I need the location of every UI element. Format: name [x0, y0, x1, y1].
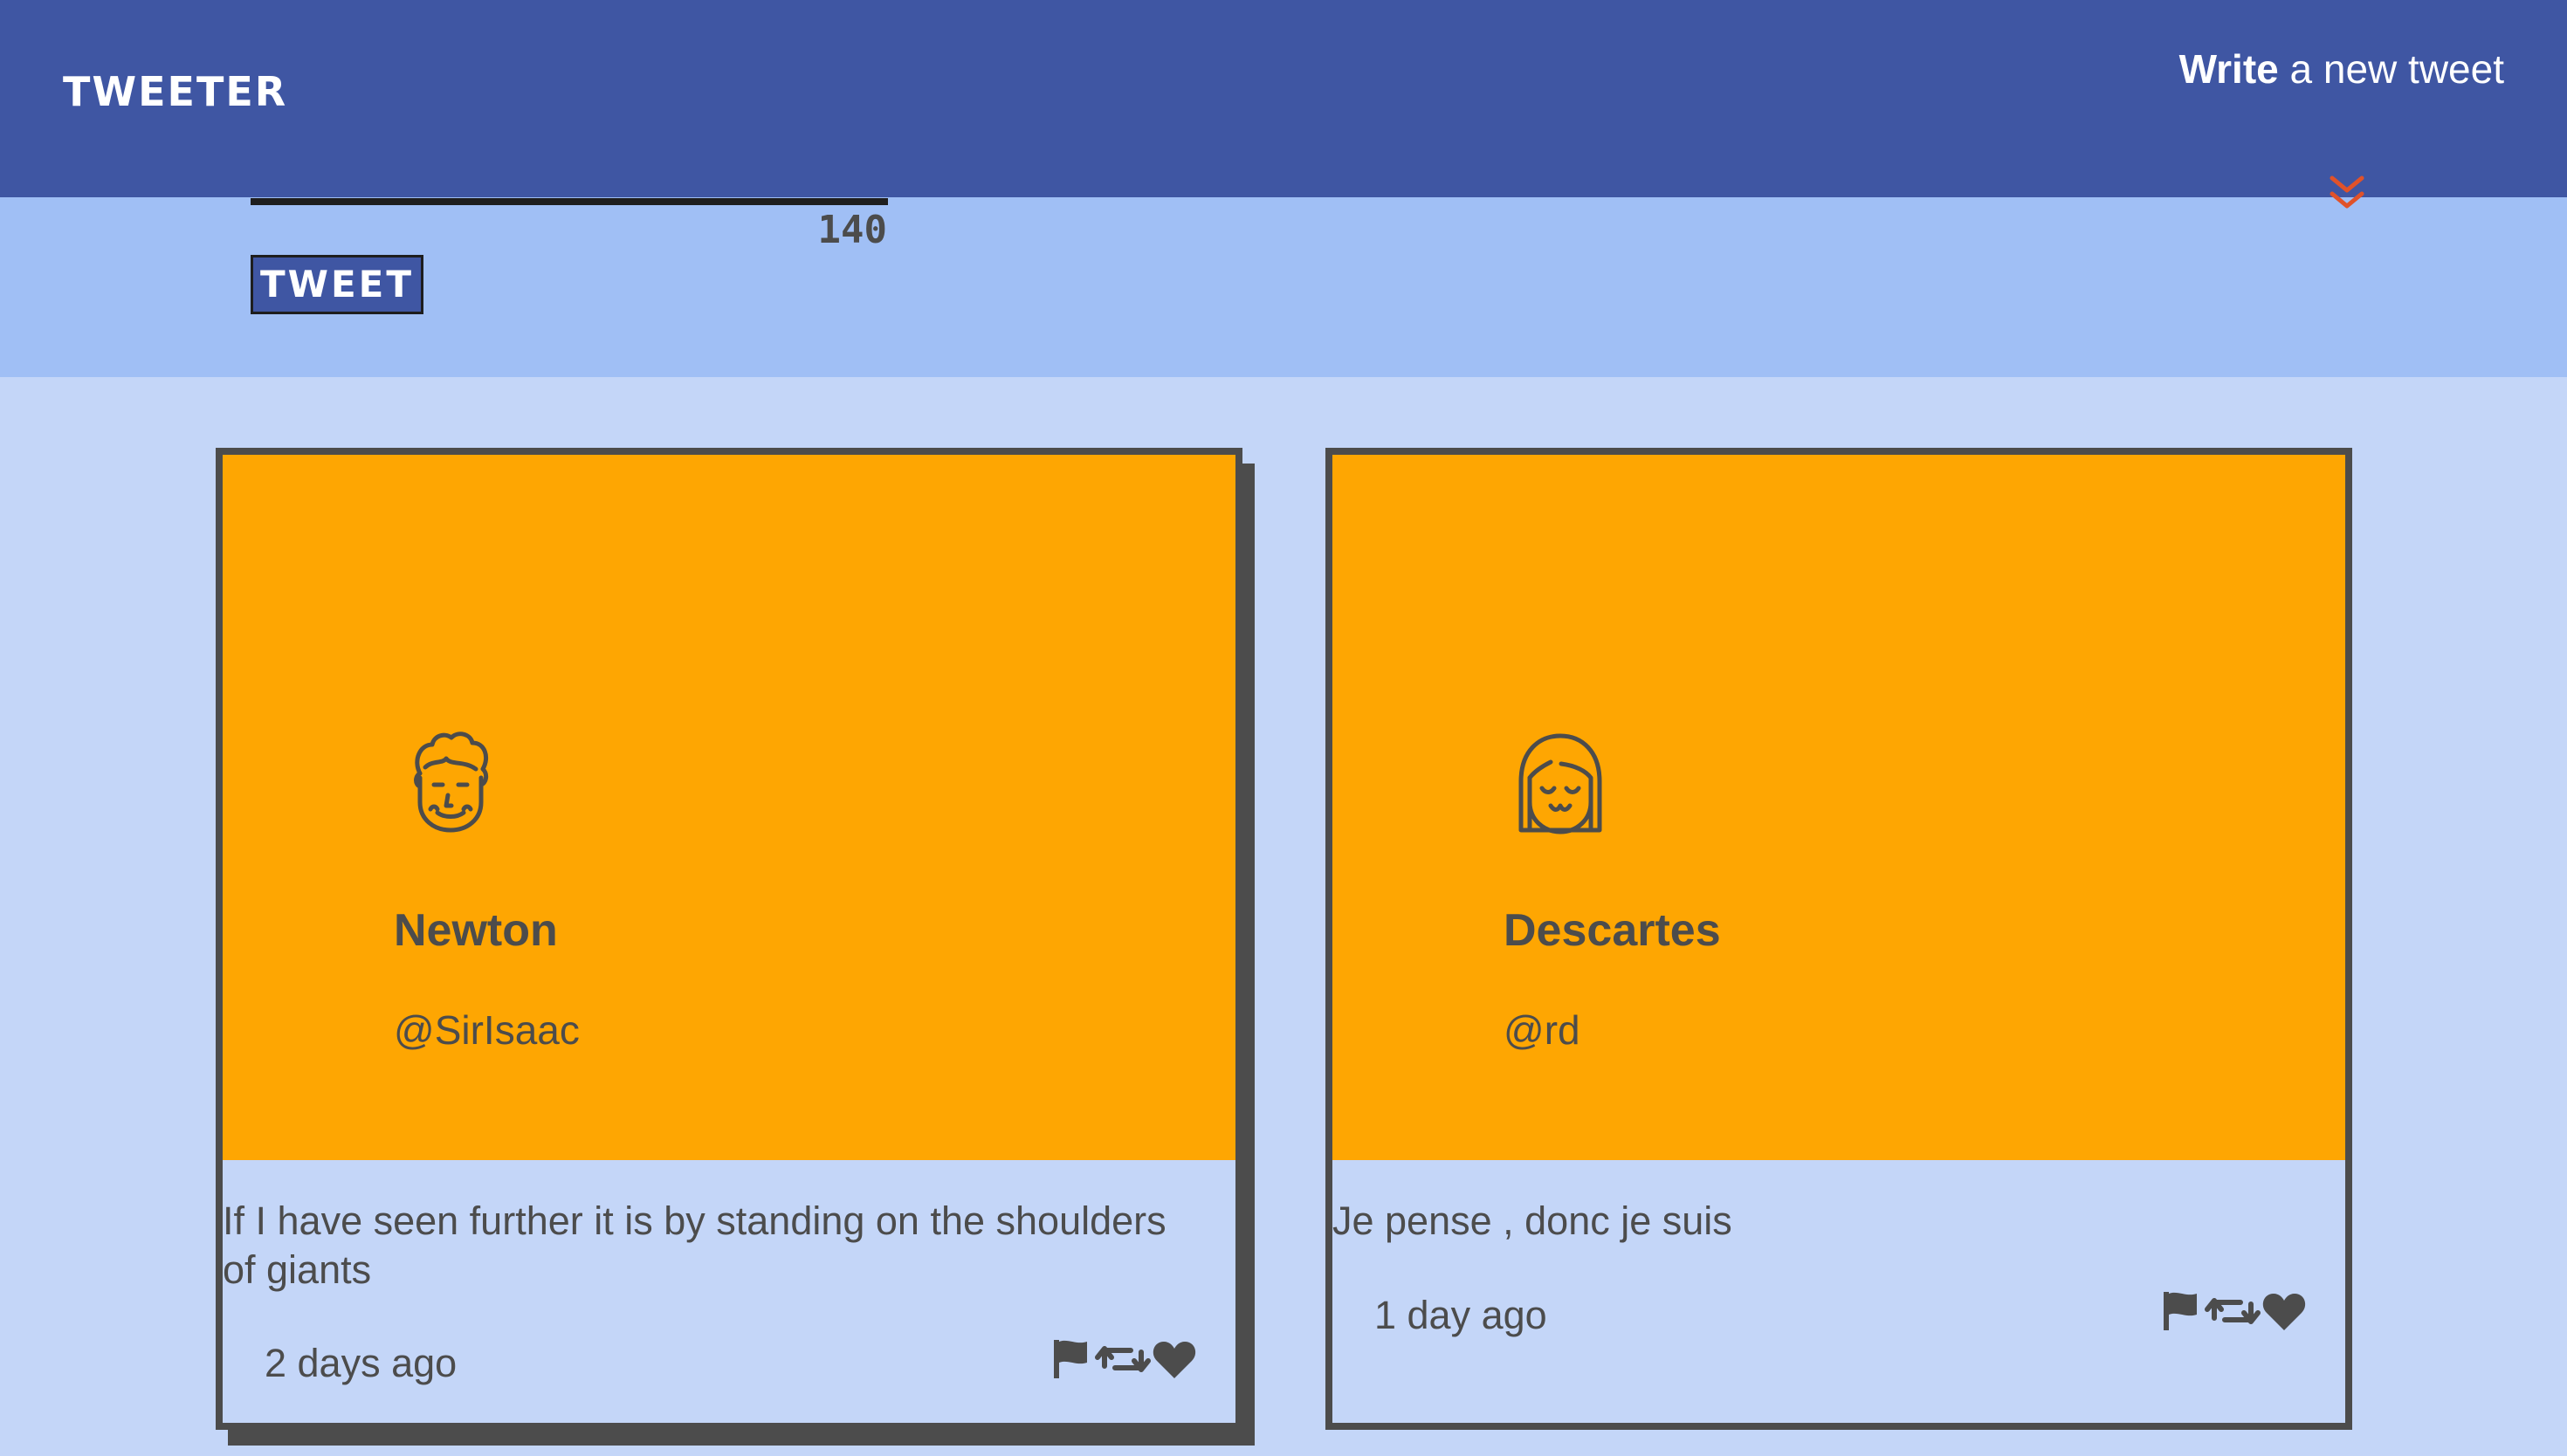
tweet-card: Descartes @rd Je pense , donc je suis 1 … [1325, 448, 2352, 1430]
author-handle: @SirIsaac [394, 1007, 580, 1053]
character-counter: 140 [817, 208, 887, 252]
top-navbar: TWEETER Write a new tweet [0, 0, 2567, 197]
compose-toggle-text: a new tweet [2278, 46, 2505, 92]
brand-logo[interactable]: TWEETER [63, 68, 287, 115]
tweet-content: Je pense , donc je suis [1332, 1198, 1732, 1243]
author-name: Descartes [1504, 905, 1721, 956]
tweet-actions [1050, 1336, 1199, 1382]
tweet-header: Descartes @rd [1332, 455, 2345, 1160]
compose-toggle-bold: Write [2178, 46, 2279, 92]
tweet-actions [2160, 1288, 2309, 1334]
tweet-header: Newton @SirIsaac [223, 455, 1235, 1160]
bob-hair-face-icon [1518, 733, 1602, 834]
tweet-button[interactable]: TWEET [251, 255, 423, 314]
tweet-timestamp: 1 day ago [1374, 1293, 1547, 1337]
flag-icon[interactable] [1054, 1340, 1087, 1378]
heart-icon[interactable] [2262, 1294, 2306, 1330]
tweet-content: If I have seen further it is by standing… [223, 1198, 1167, 1292]
retweet-icon[interactable] [1095, 1346, 1151, 1372]
write-new-tweet-toggle[interactable]: Write a new tweet [2179, 45, 2504, 93]
heart-icon[interactable] [1153, 1342, 1196, 1378]
curly-hair-face-icon [414, 731, 489, 833]
flag-icon[interactable] [2164, 1292, 2197, 1330]
tweet-card: Newton @SirIsaac If I have seen further … [216, 448, 1242, 1430]
author-name: Newton [394, 905, 558, 956]
tweet-timestamp: 2 days ago [265, 1341, 458, 1385]
author-handle: @rd [1504, 1007, 1580, 1053]
tweet-textarea[interactable] [251, 198, 888, 205]
double-chevron-down-icon[interactable] [2327, 173, 2367, 215]
retweet-icon[interactable] [2205, 1298, 2261, 1324]
